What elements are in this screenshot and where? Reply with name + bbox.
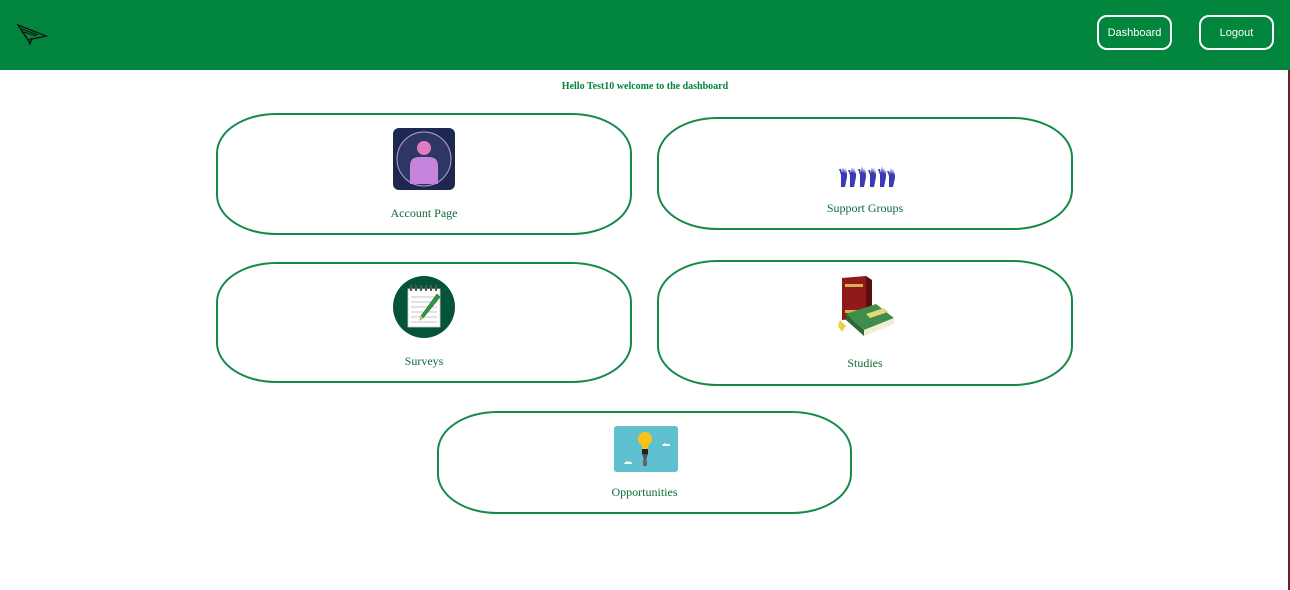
books-icon <box>838 276 894 336</box>
support-groups-card[interactable]: Support Groups <box>657 117 1073 230</box>
raised-hands-icon <box>839 166 895 187</box>
account-page-label: Account Page <box>390 206 458 220</box>
lightbulb-icon <box>614 426 678 472</box>
welcome-message: Hello Test10 welcome to the dashboard <box>561 81 729 92</box>
notepad-pencil-icon <box>393 276 455 338</box>
support-groups-label: Support Groups <box>826 201 904 215</box>
logout-button[interactable]: Logout <box>1199 15 1274 50</box>
studies-card[interactable]: Studies <box>657 260 1073 386</box>
studies-label: Studies <box>847 356 883 370</box>
dashboard-button[interactable]: Dashboard <box>1097 15 1172 50</box>
opportunities-label: Opportunities <box>611 485 678 499</box>
account-page-card[interactable]: Account Page <box>216 113 632 235</box>
paper-plane-logo-icon[interactable] <box>16 20 48 46</box>
surveys-label: Surveys <box>404 354 444 368</box>
surveys-card[interactable]: Surveys <box>216 262 632 383</box>
opportunities-card[interactable]: Opportunities <box>437 411 852 514</box>
top-nav-bar: Dashboard Logout <box>0 0 1290 70</box>
user-profile-icon <box>393 128 455 190</box>
